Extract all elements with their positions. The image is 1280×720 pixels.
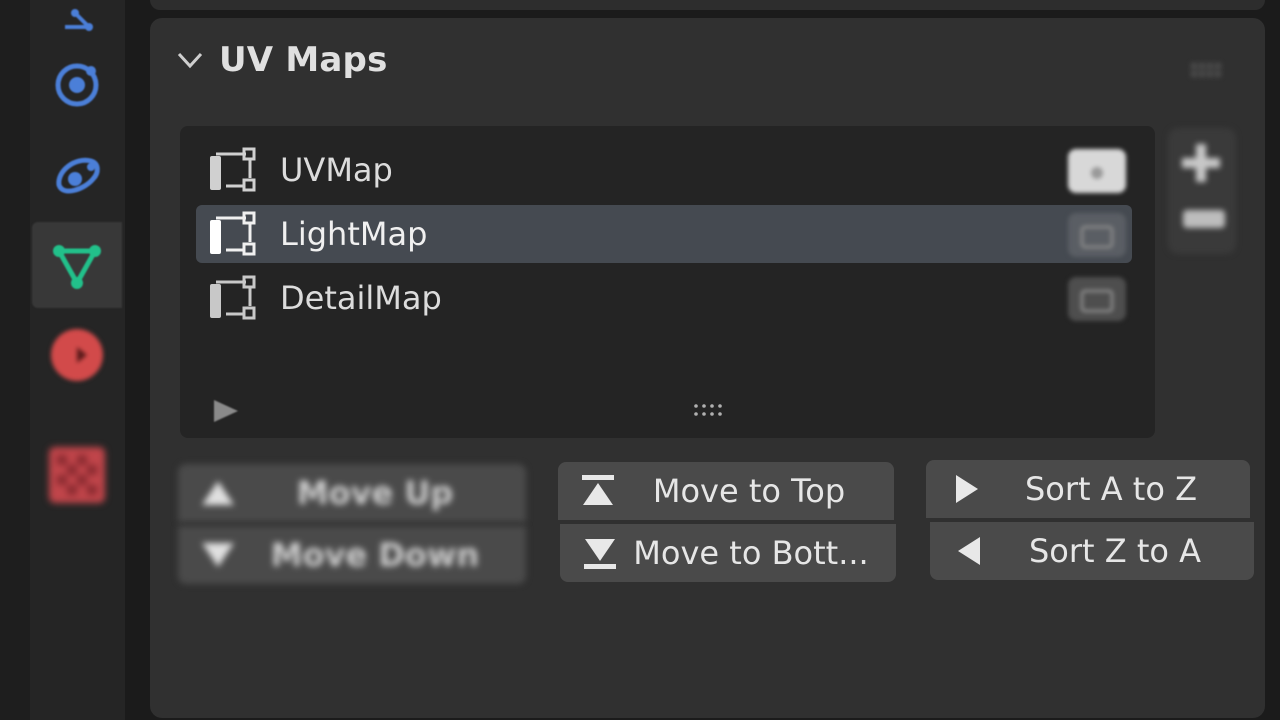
filter-expand-icon[interactable]	[208, 396, 242, 426]
sort-a-to-z-button[interactable]: Sort A to Z	[926, 460, 1250, 518]
camera-icon	[1080, 289, 1114, 313]
particles-icon	[56, 157, 100, 194]
add-uv-map-icon[interactable]	[1178, 140, 1224, 186]
panel-drag-handle-icon[interactable]	[1188, 60, 1228, 80]
previous-panel-edge	[150, 0, 1265, 10]
list-item-label: DetailMap	[280, 279, 442, 317]
tab-physics[interactable]	[32, 42, 122, 128]
play-right-icon	[956, 475, 978, 503]
triangle-down-icon	[202, 543, 234, 567]
texture-icon	[49, 447, 105, 503]
properties-tab-bar	[0, 0, 125, 720]
list-item-selected[interactable]: LightMap	[196, 205, 1132, 263]
camera-icon	[1091, 167, 1103, 179]
list-item[interactable]: DetailMap	[196, 269, 1132, 327]
list-item-label: UVMap	[280, 151, 393, 189]
sort-z-to-a-button[interactable]: Sort Z to A	[930, 522, 1254, 580]
tab-particles[interactable]	[32, 132, 122, 218]
tab-material[interactable]	[32, 312, 122, 398]
play-left-icon	[958, 537, 980, 565]
move-to-bottom-button[interactable]: Move to Bott...	[560, 524, 896, 582]
chevron-down-icon[interactable]	[175, 45, 205, 75]
move-to-bottom-icon	[584, 539, 616, 569]
physics-icon	[55, 63, 99, 107]
list-resize-grip-icon[interactable]	[690, 400, 730, 422]
material-icon	[51, 329, 103, 381]
active-render-toggle[interactable]	[1068, 149, 1126, 193]
move-to-top-icon	[582, 475, 614, 505]
panel-title: UV Maps	[219, 40, 388, 80]
camera-icon	[1080, 225, 1114, 249]
tab-texture[interactable]	[32, 432, 122, 518]
uv-map-icon	[210, 275, 256, 320]
move-up-button[interactable]: Move Up	[178, 464, 526, 522]
mesh-data-icon	[53, 245, 101, 289]
active-render-toggle[interactable]	[1068, 213, 1126, 257]
list-item[interactable]: UVMap	[196, 141, 1132, 199]
uv-map-icon	[210, 147, 256, 192]
panel-header[interactable]: UV Maps	[175, 38, 388, 82]
active-render-toggle[interactable]	[1068, 277, 1126, 321]
remove-uv-map-icon[interactable]	[1183, 210, 1225, 228]
uv-map-icon	[210, 211, 256, 256]
constraints-icon	[65, 9, 93, 31]
tab-mesh-data[interactable]	[32, 222, 122, 308]
move-down-button[interactable]: Move Down	[178, 526, 526, 584]
triangle-up-icon	[202, 481, 234, 505]
list-item-label: LightMap	[280, 215, 428, 253]
move-to-top-button[interactable]: Move to Top	[558, 462, 894, 520]
